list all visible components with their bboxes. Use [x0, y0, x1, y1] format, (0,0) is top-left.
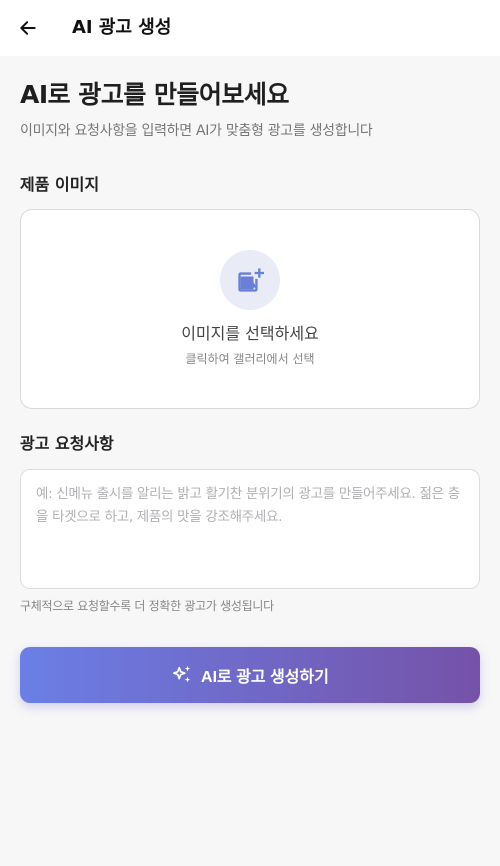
- upload-title: 이미지를 선택하세요: [181, 324, 319, 343]
- sparkles-icon: [172, 665, 191, 683]
- header-title: AI 광고 생성: [72, 17, 172, 38]
- product-image-label: 제품 이미지: [20, 175, 100, 194]
- upload-icon-badge: [220, 250, 280, 310]
- ad-request-textarea[interactable]: [20, 469, 480, 589]
- arrow-left-icon: [20, 21, 36, 35]
- generate-ad-button-label: AI로 광고 생성하기: [201, 669, 329, 686]
- image-upload-area[interactable]: 이미지를 선택하세요 클릭하여 갤러리에서 선택: [20, 209, 480, 409]
- page-title: AI로 광고를 만들어보세요: [20, 80, 290, 109]
- ad-request-label: 광고 요청사항: [20, 434, 114, 453]
- page-subtitle: 이미지와 요청사항을 입력하면 AI가 맞춤형 광고를 생성합니다: [20, 123, 373, 139]
- add-photo-icon: [238, 268, 264, 292]
- back-button[interactable]: [14, 14, 42, 42]
- generate-ad-button[interactable]: AI로 광고 생성하기: [20, 647, 480, 703]
- request-hint: 구체적으로 요청할수록 더 정확한 광고가 생성됩니다: [20, 599, 274, 613]
- app-header: AI 광고 생성: [0, 0, 500, 56]
- upload-subtitle: 클릭하여 갤러리에서 선택: [185, 352, 315, 366]
